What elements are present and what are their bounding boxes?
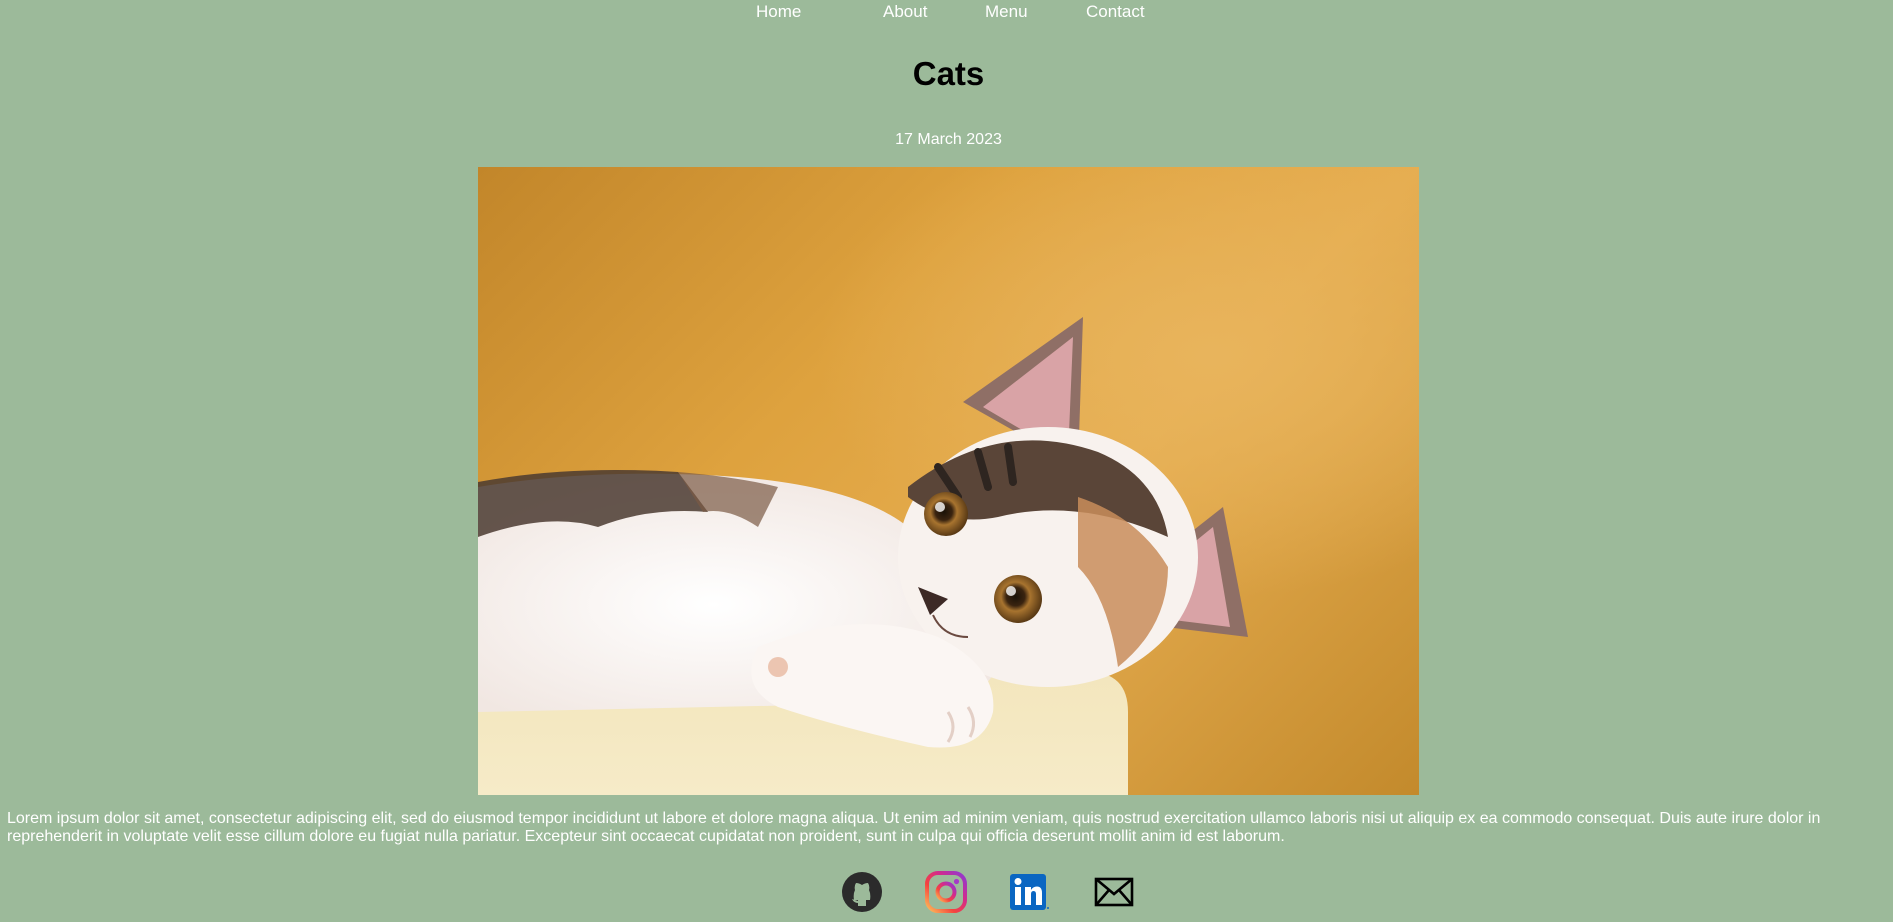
top-nav: Home About Menu Contact — [0, 0, 1893, 24]
nav-home-link[interactable]: Home — [756, 2, 801, 22]
page-title: Cats — [912, 55, 985, 92]
post-date: 17 March 2023 — [895, 131, 1002, 148]
linkedin-icon[interactable] — [1008, 870, 1052, 914]
kitten-photo — [478, 167, 1419, 795]
article-body: Lorem ipsum dolor sit amet, consectetur … — [7, 810, 1821, 845]
page: Home About Menu Contact Cats 17 March 20… — [0, 0, 1893, 922]
kitten-illustration — [478, 317, 1248, 795]
nav-menu-link[interactable]: Menu — [985, 2, 1028, 22]
nav-contact-link[interactable]: Contact — [1086, 2, 1145, 22]
instagram-icon[interactable] — [924, 870, 968, 914]
email-icon[interactable] — [1092, 870, 1136, 914]
social-links — [0, 870, 1893, 916]
github-icon[interactable] — [840, 870, 884, 914]
nav-about-link[interactable]: About — [883, 2, 927, 22]
